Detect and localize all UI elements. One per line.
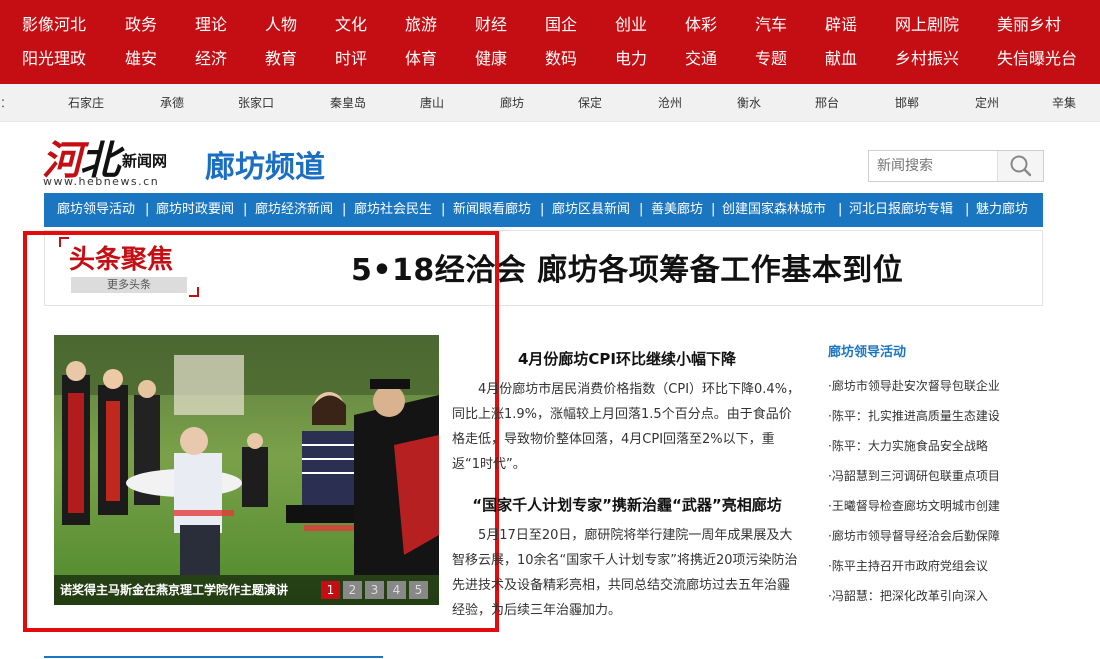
search-box: [868, 150, 1044, 182]
top-nav-link[interactable]: 网上剧院: [895, 8, 959, 42]
news-item: “国家千人计划专家”携新治霾“武器”亮相廊坊 5月17日至20日，廊研院将举行建…: [452, 494, 802, 623]
channel-nav-item[interactable]: 廊坊经济新闻: [255, 193, 333, 227]
badge-title: 头条聚焦: [69, 245, 174, 275]
channel-nav-item[interactable]: 善美廊坊: [651, 193, 703, 227]
section-divider: [44, 656, 383, 658]
city-link[interactable]: 保定: [578, 84, 602, 122]
city-link[interactable]: 石家庄: [68, 84, 104, 122]
top-nav-link[interactable]: 人物: [265, 8, 297, 42]
logo-subtitle: 新闻网: [122, 152, 168, 170]
top-nav-link[interactable]: 辟谣: [825, 8, 857, 42]
city-link[interactable]: 廊坊: [500, 84, 524, 122]
top-nav-link[interactable]: 国企: [545, 8, 577, 42]
top-nav-link[interactable]: 数码: [545, 42, 577, 76]
list-item[interactable]: ·王曦督导检查廊坊文明城市创建: [828, 491, 1038, 521]
top-nav-link[interactable]: 乡村振兴: [895, 42, 959, 76]
slide-page-button[interactable]: 4: [387, 581, 406, 599]
slide-page-button[interactable]: 2: [343, 581, 362, 599]
top-nav-link[interactable]: 教育: [265, 42, 297, 76]
list-item[interactable]: ·陈平：扎实推进高质量生态建设: [828, 401, 1038, 431]
search-input[interactable]: [869, 151, 997, 181]
search-icon: [1010, 155, 1032, 177]
leader-activity-panel: 廊坊领导活动 ·廊坊市领导赴安次督导包联企业 ·陈平：扎实推进高质量生态建设 ·…: [828, 341, 1038, 611]
top-nav-link[interactable]: 雄安: [125, 42, 157, 76]
top-nav-link[interactable]: 失信曝光台: [997, 42, 1077, 76]
top-nav-row-1: 影像河北 政务 理论 人物 文化 旅游 财经 国企 创业 体彩 汽车 辟谣 网上…: [0, 8, 1100, 42]
top-nav-link[interactable]: 文化: [335, 8, 367, 42]
city-link[interactable]: 邢台: [815, 84, 839, 122]
logo-url: www.hebnews.cn: [43, 175, 160, 188]
top-nav-link[interactable]: 美丽乡村: [997, 8, 1061, 42]
top-nav-link[interactable]: 专题: [755, 42, 787, 76]
top-nav-link[interactable]: 献血: [825, 42, 857, 76]
slide-photo: [54, 335, 439, 605]
city-link[interactable]: 邯郸: [895, 84, 919, 122]
leader-activity-list: ·廊坊市领导赴安次督导包联企业 ·陈平：扎实推进高质量生态建设 ·陈平：大力实施…: [828, 371, 1038, 611]
list-item[interactable]: ·冯韶慧到三河调研包联重点项目: [828, 461, 1038, 491]
top-nav-link[interactable]: 理论: [195, 8, 227, 42]
channel-nav-item[interactable]: 魅力廊坊: [976, 193, 1028, 227]
city-link[interactable]: 沧州: [658, 84, 682, 122]
photo-slider[interactable]: 诺奖得主马斯金在燕京理工学院作主题演讲 1 2 3 4 5: [54, 335, 439, 605]
slide-page-button[interactable]: 5: [409, 581, 428, 599]
news-title[interactable]: 4月份廊坊CPI环比继续小幅下降: [452, 348, 802, 369]
city-bar: ： 石家庄 承德 张家口 秦皇岛 唐山 廊坊 保定 沧州 衡水 邢台 邯郸 定州…: [0, 84, 1100, 122]
city-link[interactable]: 辛集: [1052, 84, 1076, 122]
channel-nav-item[interactable]: 廊坊区县新闻: [552, 193, 630, 227]
top-nav-link[interactable]: 创业: [615, 8, 647, 42]
slide-page-button[interactable]: 3: [365, 581, 384, 599]
top-nav-link[interactable]: 体育: [405, 42, 437, 76]
channel-nav-item[interactable]: 廊坊领导活动: [57, 193, 135, 227]
city-link[interactable]: 张家口: [238, 84, 274, 122]
headline-link[interactable]: 5•18经洽会 廊坊各项筹备工作基本到位: [351, 245, 903, 289]
headline-focus: 头条聚焦 更多头条 5•18经洽会 廊坊各项筹备工作基本到位: [44, 230, 1043, 306]
slide-page-button[interactable]: 1: [321, 581, 340, 599]
list-item[interactable]: ·冯韶慧：把深化改革引向深入: [828, 581, 1038, 611]
search-button[interactable]: [997, 151, 1043, 181]
site-logo[interactable]: 河北 新闻网 www.hebnews.cn: [42, 128, 192, 188]
top-nav-link[interactable]: 健康: [475, 42, 507, 76]
list-item[interactable]: ·陈平主持召开市政府党组会议: [828, 551, 1038, 581]
top-nav-link[interactable]: 汽车: [755, 8, 787, 42]
channel-nav: 廊坊领导活动 | 廊坊时政要闻 | 廊坊经济新闻 | 廊坊社会民生 | 新闻眼看…: [44, 193, 1043, 227]
list-item[interactable]: ·廊坊市领导赴安次督导包联企业: [828, 371, 1038, 401]
news-item: 4月份廊坊CPI环比继续小幅下降 4月份廊坊市居民消费价格指数（CPI）环比下降…: [452, 348, 802, 477]
channel-nav-item[interactable]: 廊坊时政要闻: [156, 193, 234, 227]
top-nav: 影像河北 政务 理论 人物 文化 旅游 财经 国企 创业 体彩 汽车 辟谣 网上…: [0, 0, 1100, 84]
city-link[interactable]: 秦皇岛: [330, 84, 366, 122]
news-title[interactable]: “国家千人计划专家”携新治霾“武器”亮相廊坊: [452, 494, 802, 515]
city-link[interactable]: 承德: [160, 84, 184, 122]
top-nav-link[interactable]: 影像河北: [22, 8, 86, 42]
headline-badge: 头条聚焦 更多头条: [59, 237, 199, 297]
top-nav-link[interactable]: 交通: [685, 42, 717, 76]
top-nav-link[interactable]: 时评: [335, 42, 367, 76]
channel-title: 廊坊频道: [205, 150, 325, 185]
city-link[interactable]: 唐山: [420, 84, 444, 122]
news-summary: 5月17日至20日，廊研院将举行建院一周年成果展及大智移云展，10余名“国家千人…: [452, 528, 798, 618]
top-nav-link[interactable]: 经济: [195, 42, 227, 76]
panel-title[interactable]: 廊坊领导活动: [828, 341, 1038, 360]
slide-pager: 1 2 3 4 5: [321, 581, 431, 599]
top-nav-link[interactable]: 电力: [615, 42, 647, 76]
city-link[interactable]: 定州: [975, 84, 999, 122]
news-summary: 4月份廊坊市居民消费价格指数（CPI）环比下降0.4%，同比上涨1.9%，涨幅较…: [452, 382, 801, 472]
channel-nav-item[interactable]: 新闻眼看廊坊: [453, 193, 531, 227]
top-nav-link[interactable]: 政务: [125, 8, 157, 42]
list-item[interactable]: ·廊坊市领导督导经洽会后勤保障: [828, 521, 1038, 551]
channel-nav-item[interactable]: 河北日报廊坊专辑: [849, 193, 953, 227]
city-bar-lead: ：: [0, 96, 13, 110]
channel-nav-item[interactable]: 创建国家森林城市: [722, 193, 826, 227]
top-nav-row-2: 阳光理政 雄安 经济 教育 时评 体育 健康 数码 电力 交通 专题 献血 乡村…: [0, 42, 1100, 76]
top-nav-link[interactable]: 财经: [475, 8, 507, 42]
top-nav-link[interactable]: 体彩: [685, 8, 717, 42]
channel-nav-item[interactable]: 廊坊社会民生: [354, 193, 432, 227]
city-link[interactable]: 衡水: [737, 84, 761, 122]
list-item[interactable]: ·陈平：大力实施食品安全战略: [828, 431, 1038, 461]
slide-caption[interactable]: 诺奖得主马斯金在燕京理工学院作主题演讲: [60, 575, 288, 605]
top-nav-link[interactable]: 阳光理政: [22, 42, 86, 76]
top-nav-link[interactable]: 旅游: [405, 8, 437, 42]
more-headlines-link[interactable]: 更多头条: [71, 277, 187, 293]
